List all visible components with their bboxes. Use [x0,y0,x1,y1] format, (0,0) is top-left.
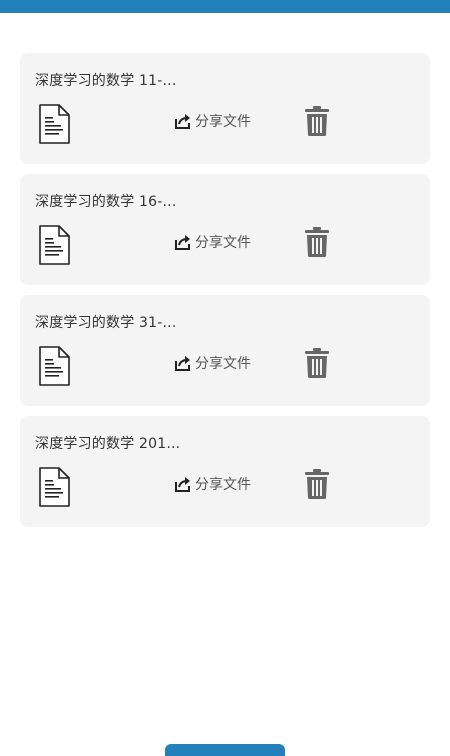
trash-icon[interactable] [304,347,330,379]
file-name: 深度学习的数学 16-... [35,194,177,210]
share-button[interactable]: 分享文件 [174,472,251,496]
file-card[interactable]: 深度学习的数学 31-... 分享文件 [20,295,430,406]
trash-icon[interactable] [304,105,330,137]
share-icon [175,477,190,492]
document-icon [39,467,70,507]
file-card[interactable]: 深度学习的数学 11-... 分享文件 [20,53,430,164]
document-icon [39,225,70,265]
trash-icon[interactable] [304,226,330,258]
share-label: 分享文件 [195,356,251,372]
share-label: 分享文件 [195,114,251,130]
share-icon [175,114,190,129]
file-name: 深度学习的数学 201... [35,436,181,452]
file-list: 深度学习的数学 11-... 分享文件 深度学习的数学 16-... 分享文件 … [20,53,430,537]
file-name: 深度学习的数学 31-... [35,315,177,331]
share-label: 分享文件 [195,477,251,493]
document-icon [39,346,70,386]
share-icon [175,356,190,371]
top-status-bar [0,0,450,13]
file-name: 深度学习的数学 11-... [35,73,177,89]
bottom-action-button[interactable] [165,744,285,756]
document-icon [39,104,70,144]
file-card[interactable]: 深度学习的数学 16-... 分享文件 [20,174,430,285]
share-icon [175,235,190,250]
trash-icon[interactable] [304,468,330,500]
share-button[interactable]: 分享文件 [174,351,251,375]
share-button[interactable]: 分享文件 [174,109,251,133]
share-label: 分享文件 [195,235,251,251]
share-button[interactable]: 分享文件 [174,230,251,254]
file-card[interactable]: 深度学习的数学 201... 分享文件 [20,416,430,527]
